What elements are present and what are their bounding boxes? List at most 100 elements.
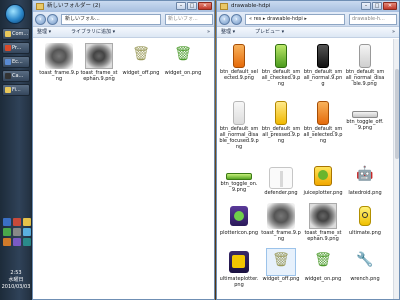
add-to-library-button[interactable]: ライブラリに追加 ▾ <box>71 29 115 36</box>
explorer-window-left: 新しいフォルダー (2) – □ ✕ ‹ › 新しいフォル... 新しいフォ..… <box>32 0 215 300</box>
file-item[interactable]: 🗑 widget_on.png <box>303 249 343 282</box>
file-item[interactable]: btn_default_small_selected.9.png <box>303 101 343 144</box>
image-thumbnail <box>85 43 113 69</box>
command-bar: 整理 ▾ プレビュー ▾ » <box>217 27 399 38</box>
file-item[interactable]: toast_frame_stephan.9.png <box>303 203 343 242</box>
address-input[interactable]: « res ▸ drawable-hdpi ▸ <box>245 14 345 25</box>
file-list: toast_frame.9.png toast_frame_stephan.9.… <box>33 39 214 299</box>
file-item[interactable]: defender.png <box>261 163 301 196</box>
computer-icon <box>5 31 11 37</box>
taskbar-item[interactable]: Ec... <box>2 56 30 68</box>
folder-icon <box>220 3 228 10</box>
file-item[interactable]: 🔧 wrench.png <box>345 249 385 282</box>
file-item[interactable]: btn_default_small_checked.9.png <box>261 44 301 87</box>
file-item[interactable]: toast_frame.9.png <box>261 203 301 242</box>
button-yellow-thumbnail <box>275 101 287 125</box>
widget-on-icon: 🗑 <box>314 252 332 268</box>
back-button[interactable]: ‹ <box>219 14 230 25</box>
toggle-off-thumbnail <box>352 111 378 118</box>
close-button[interactable]: ✕ <box>383 2 397 10</box>
taskbar-item[interactable]: Pr... <box>2 42 30 54</box>
file-item[interactable]: 🗑 widget_off.png <box>121 43 161 76</box>
file-item[interactable]: 🗑 widget_off.png <box>261 248 301 282</box>
file-item[interactable]: btn_default_small_normal.9.png <box>303 44 343 87</box>
maximize-button[interactable]: □ <box>372 2 382 10</box>
minimize-button[interactable]: – <box>176 2 186 10</box>
tray-volume-icon[interactable] <box>13 228 21 236</box>
file-list: btn_default_selected.9.png btn_default_s… <box>217 39 399 299</box>
clock-date: 2010/03/03 <box>1 284 31 290</box>
search-input[interactable]: 新しいフォ... <box>165 14 213 25</box>
program-icon <box>5 45 11 51</box>
file-item[interactable]: 🤖 latedroid.png <box>345 163 385 196</box>
close-button[interactable]: ✕ <box>198 2 212 10</box>
widget-off-icon: 🗑 <box>266 248 296 276</box>
tray-network-icon[interactable] <box>3 218 11 226</box>
scrollbar-thumb[interactable] <box>395 69 399 159</box>
forward-button[interactable]: › <box>47 14 58 25</box>
latedroid-icon: 🤖 <box>356 166 374 182</box>
taskbar-clock[interactable]: 2:53 水曜日 2010/03/03 <box>0 270 32 291</box>
taskbar-item[interactable]: Fi... <box>2 84 30 96</box>
eclipse-icon <box>5 59 11 65</box>
back-button[interactable]: ‹ <box>35 14 46 25</box>
start-button[interactable] <box>5 4 25 24</box>
terminal-icon <box>5 73 11 79</box>
tray-security-icon[interactable] <box>13 218 21 226</box>
file-item[interactable]: 🗑 widget_on.png <box>163 43 203 76</box>
taskbar-item[interactable]: Com... <box>2 28 30 40</box>
file-item[interactable]: juiceplotter.png <box>303 163 343 196</box>
file-item[interactable]: plottericon.png <box>219 203 259 236</box>
forward-button[interactable]: › <box>231 14 242 25</box>
button-black-thumbnail <box>317 44 329 68</box>
maximize-button[interactable]: □ <box>187 2 197 10</box>
address-bar: ‹ › « res ▸ drawable-hdpi ▸ drawable-h..… <box>217 12 399 27</box>
clock-day: 水曜日 <box>8 277 24 283</box>
tray-app-icon[interactable] <box>13 238 21 246</box>
file-item[interactable]: btn_default_small_normal_disable.9.png <box>345 44 385 87</box>
file-item[interactable]: btn_default_selected.9.png <box>219 44 259 81</box>
tray-app-icon[interactable] <box>23 238 31 246</box>
tray-app-icon[interactable] <box>23 218 31 226</box>
plottericon-icon <box>225 203 253 229</box>
tray-app-icon[interactable] <box>23 228 31 236</box>
minimize-button[interactable]: – <box>361 2 371 10</box>
more-button[interactable]: » <box>392 29 395 36</box>
file-item[interactable]: btn_default_small_pressed.9.png <box>261 101 301 144</box>
file-item[interactable]: toast_frame_stephan.9.png <box>79 43 119 82</box>
button-grey-thumbnail <box>233 101 245 125</box>
file-item[interactable]: toast_frame.9.png <box>39 43 79 82</box>
command-bar: 整理 ▾ ライブラリに追加 ▾ » <box>33 27 214 38</box>
taskbar-item[interactable]: Ca... <box>2 70 30 82</box>
explorer-window-right: drawable-hdpi – □ ✕ ‹ › « res ▸ drawable… <box>216 0 400 300</box>
juiceplotter-icon <box>309 163 337 189</box>
vertical-scrollbar[interactable] <box>393 39 399 299</box>
tray-app-icon[interactable] <box>3 238 11 246</box>
ultimateplotter-icon <box>225 249 253 275</box>
file-item[interactable]: btn_toggle_on.9.png <box>219 163 259 193</box>
taskbar: Com... Pr... Ec... Ca... Fi... 2:53 水曜日 … <box>0 0 32 300</box>
button-grey-thumbnail <box>359 44 371 68</box>
folder-icon <box>36 3 44 10</box>
preview-button[interactable]: プレビュー ▾ <box>255 29 284 36</box>
more-button[interactable]: » <box>207 29 210 36</box>
button-orange-thumbnail <box>233 44 245 68</box>
image-thumbnail <box>309 203 337 229</box>
file-item[interactable]: ultimateplotter.png <box>219 249 259 288</box>
file-item[interactable]: btn_default_small_normal_disable_focused… <box>219 101 259 150</box>
file-item[interactable]: btn_toggle_off.9.png <box>345 101 385 131</box>
address-input[interactable]: 新しいフォル... <box>61 14 161 25</box>
organize-button[interactable]: 整理 ▾ <box>221 29 235 36</box>
window-titlebar[interactable]: drawable-hdpi – □ ✕ <box>217 1 399 12</box>
file-item[interactable]: ultimate.png <box>345 203 385 236</box>
window-title: 新しいフォルダー (2) <box>47 3 101 9</box>
image-thumbnail <box>267 203 295 229</box>
button-orange-thumbnail <box>317 101 329 125</box>
organize-button[interactable]: 整理 ▾ <box>37 29 51 36</box>
widget-on-icon: 🗑 <box>174 46 192 62</box>
tray-app-icon[interactable] <box>3 228 11 236</box>
window-titlebar[interactable]: 新しいフォルダー (2) – □ ✕ <box>33 1 214 12</box>
search-input[interactable]: drawable-h... <box>349 14 397 25</box>
window-title: drawable-hdpi <box>231 3 271 9</box>
clock-time: 2:53 <box>10 270 22 276</box>
